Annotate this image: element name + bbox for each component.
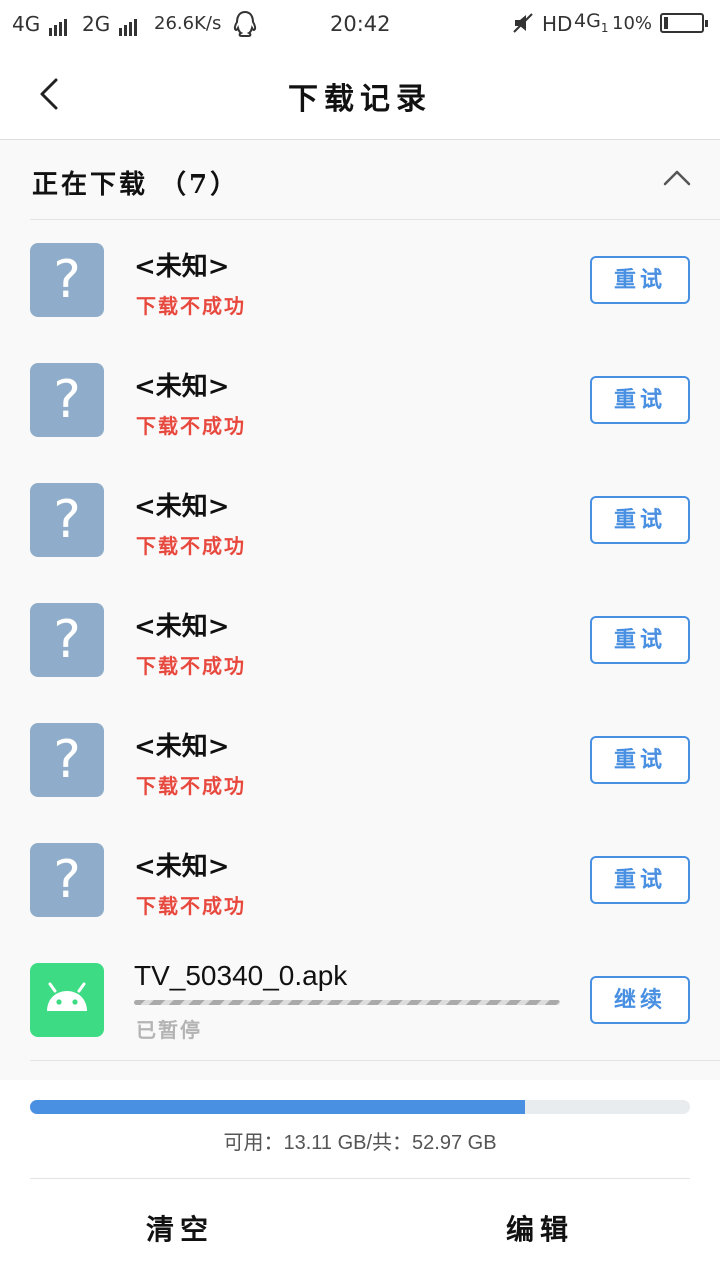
item-name: <未知> <box>134 492 230 522</box>
storage-text: 可用：13.11 GB/共：52.97 GB <box>223 1132 497 1154</box>
retry-button[interactable]: 重试 <box>590 616 690 664</box>
battery-icon <box>660 13 708 33</box>
question-mark-icon: ? <box>30 723 104 797</box>
item-status: 已暂停 <box>136 1018 202 1042</box>
android-icon <box>30 963 104 1037</box>
chevron-up-icon[interactable] <box>660 160 694 194</box>
clock: 20:42 <box>330 12 391 36</box>
mute-icon <box>512 12 534 39</box>
network-indicator-3: 4G1 <box>574 10 609 35</box>
retry-button[interactable]: 重试 <box>590 256 690 304</box>
divider <box>30 1060 720 1061</box>
item-status: 下载不成功 <box>136 774 246 798</box>
divider <box>30 1178 690 1179</box>
page-title: 下载记录 <box>288 82 432 117</box>
item-name: <未知> <box>134 252 230 282</box>
section-title: 正在下载 （7） <box>32 170 240 200</box>
storage-used-fill <box>30 1100 525 1114</box>
item-name: <未知> <box>134 612 230 642</box>
question-mark-icon: ? <box>30 243 104 317</box>
item-status: 下载不成功 <box>136 414 246 438</box>
clear-button[interactable]: 清空 <box>0 1200 360 1260</box>
item-status: 下载不成功 <box>136 654 246 678</box>
status-bar: 4G 2G 26.6K/s 20:42 HD 4G1 10% <box>0 0 720 48</box>
qq-icon <box>232 10 258 43</box>
item-status: 下载不成功 <box>136 294 246 318</box>
signal-icon <box>117 12 137 36</box>
question-mark-icon: ? <box>30 483 104 557</box>
item-name: <未知> <box>134 732 230 762</box>
resume-button[interactable]: 继续 <box>590 976 690 1024</box>
retry-button[interactable]: 重试 <box>590 736 690 784</box>
list-item: TV_50340_0.apk 已暂停 继续 <box>0 940 720 1060</box>
retry-button[interactable]: 重试 <box>590 496 690 544</box>
list-item: ? <未知> 下载不成功 重试 <box>0 820 720 940</box>
network-speed: 26.6K/s <box>154 13 222 34</box>
retry-button[interactable]: 重试 <box>590 856 690 904</box>
network-indicator-2: 2G <box>82 12 137 36</box>
question-mark-icon: ? <box>30 363 104 437</box>
item-name: TV_50340_0.apk <box>134 960 348 991</box>
battery-percent: 10% <box>612 13 653 34</box>
storage-panel: 可用：13.11 GB/共：52.97 GB 清空 编辑 <box>0 1080 720 1280</box>
item-status: 下载不成功 <box>136 534 246 558</box>
list-item: ? <未知> 下载不成功 重试 <box>0 220 720 340</box>
list-item: ? <未知> 下载不成功 重试 <box>0 700 720 820</box>
item-name: <未知> <box>134 852 230 882</box>
question-mark-icon: ? <box>30 603 104 677</box>
signal-icon <box>47 12 67 36</box>
download-progress-bar <box>134 1000 560 1005</box>
list-item: ? <未知> 下载不成功 重试 <box>0 460 720 580</box>
header: 下载记录 <box>0 48 720 140</box>
storage-usage-bar <box>30 1100 690 1114</box>
question-mark-icon: ? <box>30 843 104 917</box>
section-header[interactable]: 正在下载 （7） <box>0 140 720 220</box>
hd-indicator: HD <box>542 12 573 36</box>
item-name: <未知> <box>134 372 230 402</box>
edit-button[interactable]: 编辑 <box>360 1200 720 1260</box>
list-item: ? <未知> 下载不成功 重试 <box>0 580 720 700</box>
list-item: ? <未知> 下载不成功 重试 <box>0 340 720 460</box>
retry-button[interactable]: 重试 <box>590 376 690 424</box>
item-status: 下载不成功 <box>136 894 246 918</box>
network-indicator-1: 4G <box>12 12 67 36</box>
